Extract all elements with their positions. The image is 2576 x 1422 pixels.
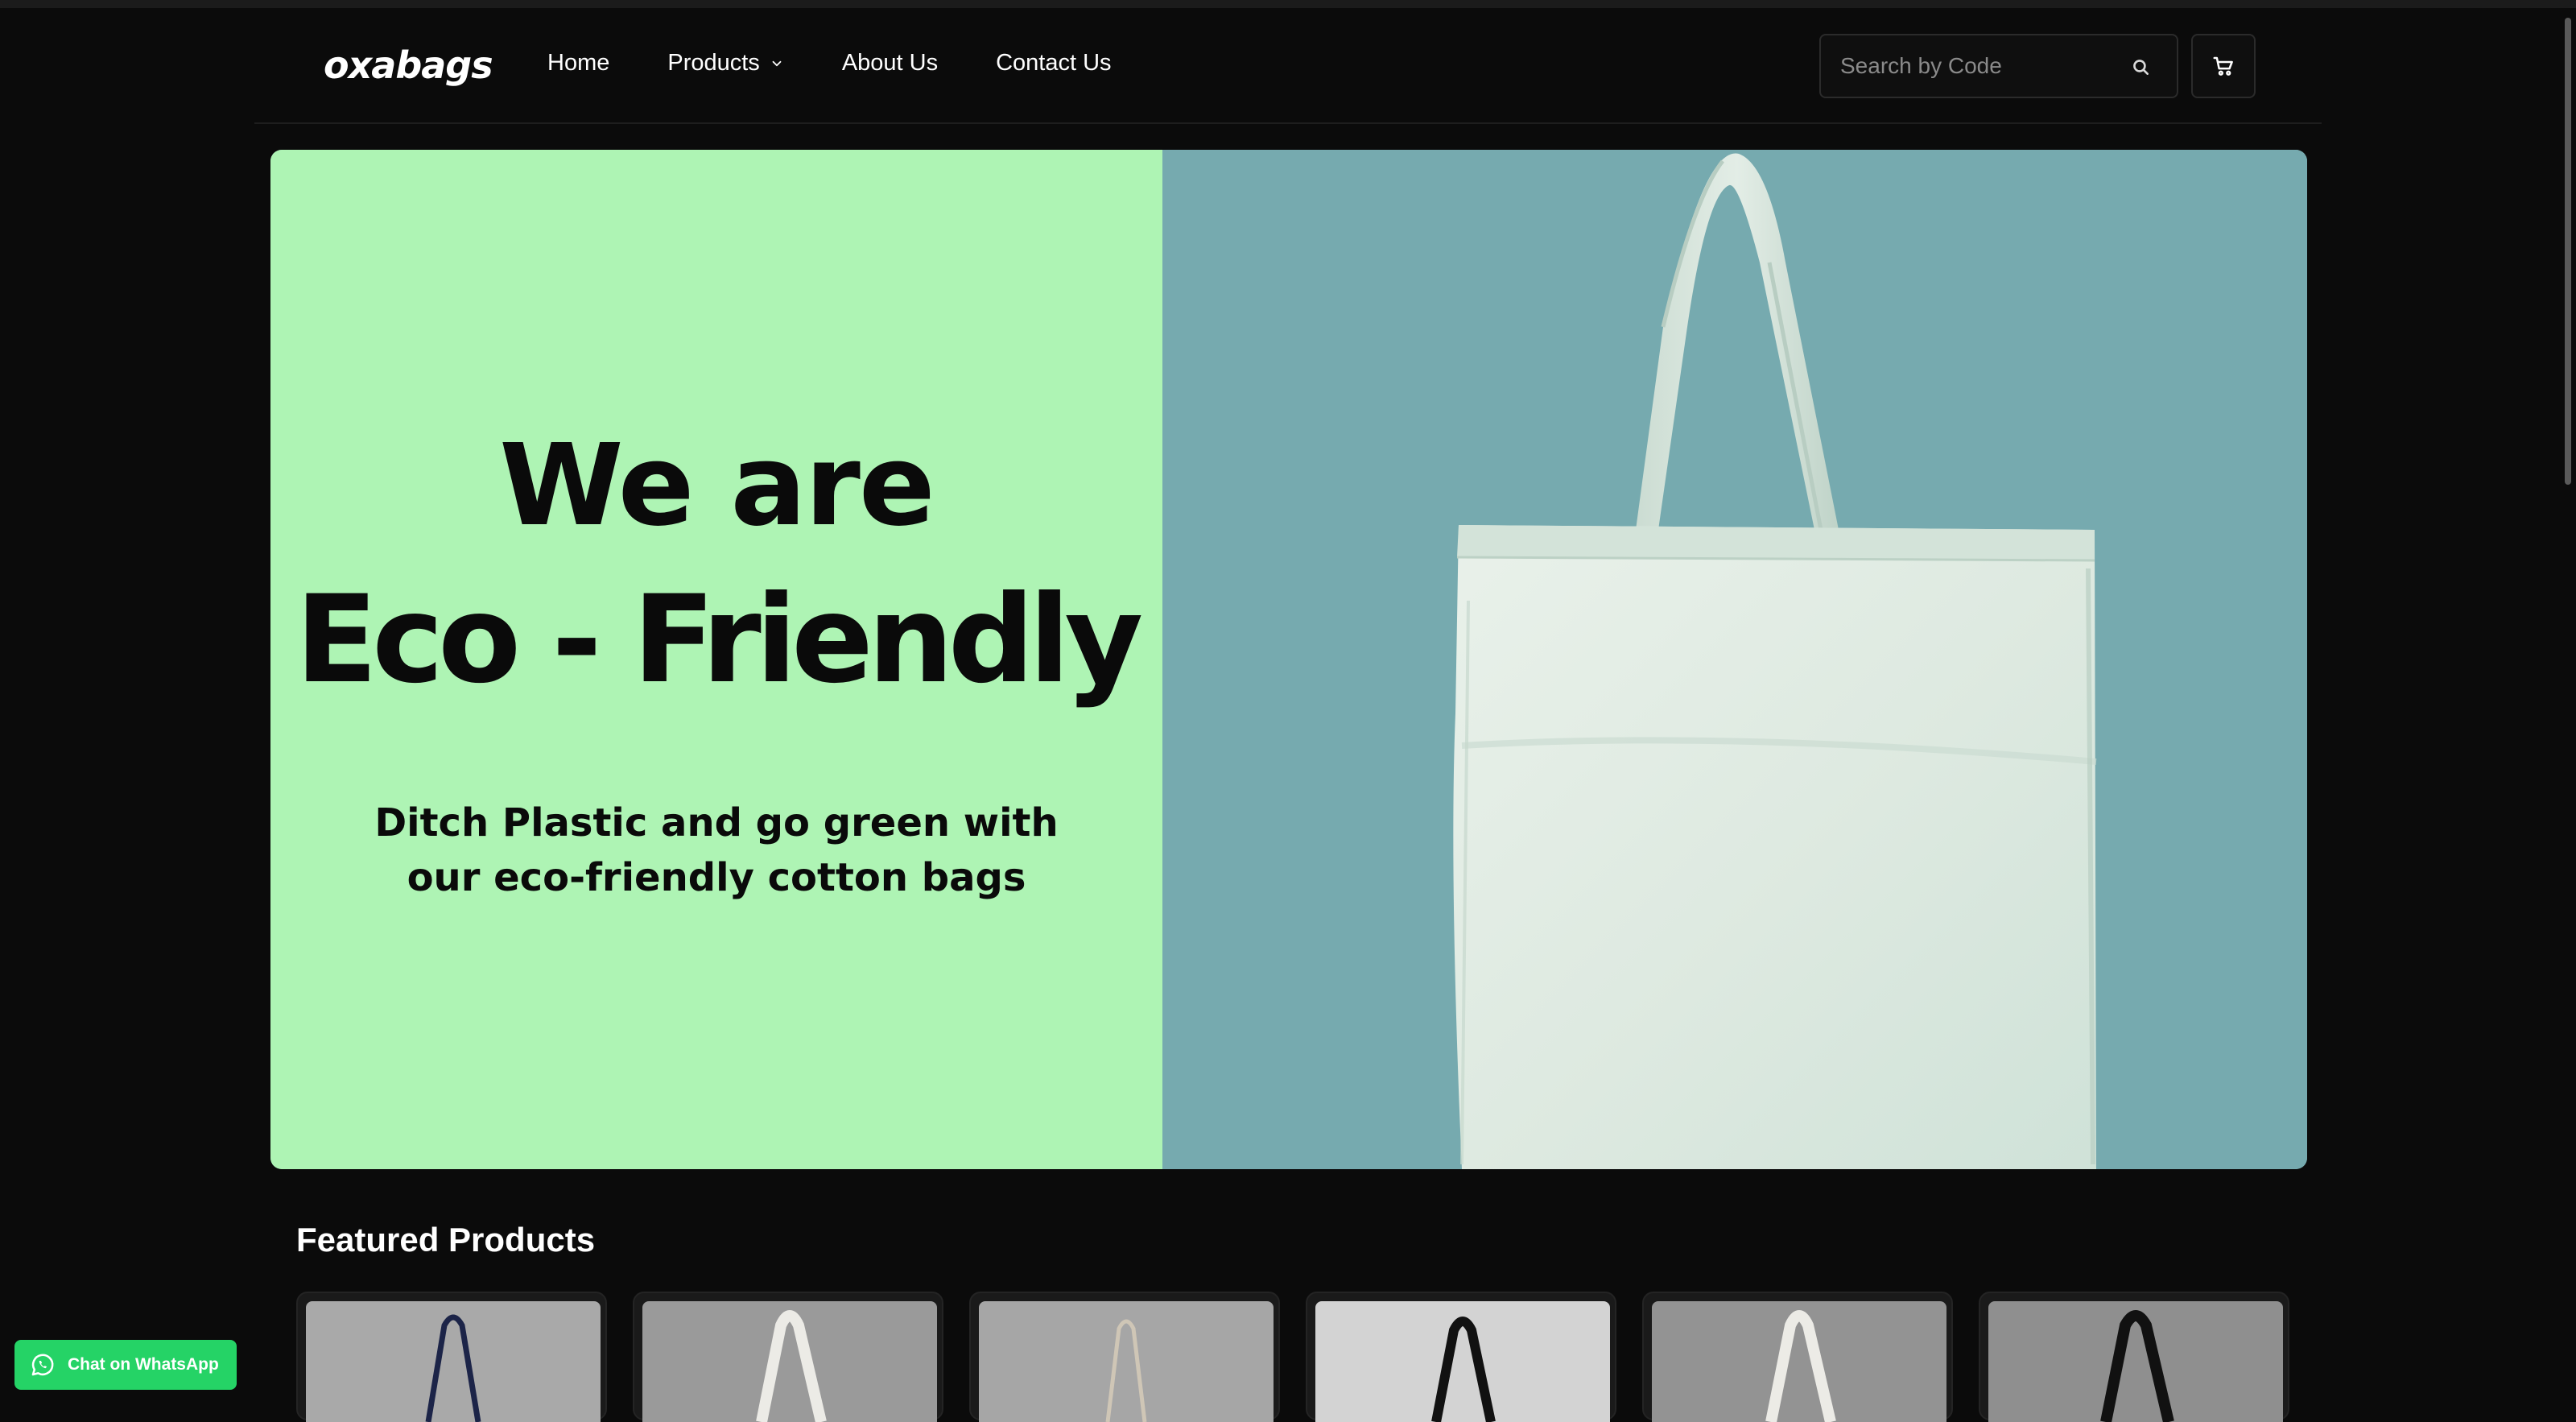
search-input[interactable] bbox=[1821, 53, 2111, 79]
whatsapp-icon bbox=[31, 1354, 54, 1376]
product-card[interactable] bbox=[1979, 1292, 2289, 1422]
hero-title-line-2: Eco - Friendly bbox=[295, 570, 1143, 710]
product-card[interactable] bbox=[1642, 1292, 1953, 1422]
product-card[interactable] bbox=[1306, 1292, 1616, 1422]
hero-title-line-1: We are bbox=[499, 420, 935, 552]
nav-about-link[interactable]: About Us bbox=[842, 50, 938, 76]
nav-contact-label: Contact Us bbox=[996, 50, 1112, 76]
nav-products-dropdown[interactable]: Products bbox=[667, 50, 783, 76]
product-card[interactable] bbox=[296, 1292, 607, 1422]
hero-text-panel: We are Eco - Friendly Ditch Plastic and … bbox=[270, 150, 1162, 1169]
page-scrollbar[interactable] bbox=[2565, 18, 2571, 485]
browser-top-strip bbox=[0, 0, 2576, 8]
cart-button[interactable] bbox=[2191, 34, 2256, 98]
site-header: oxabags Home Products About Us Contact U… bbox=[254, 8, 2322, 124]
main-nav: Home Products About Us Contact Us bbox=[547, 50, 1170, 76]
hero-banner: We are Eco - Friendly Ditch Plastic and … bbox=[270, 150, 2307, 1169]
featured-products-heading: Featured Products bbox=[296, 1221, 596, 1259]
product-card[interactable] bbox=[969, 1292, 1280, 1422]
nav-about-label: About Us bbox=[841, 50, 939, 76]
cart-icon bbox=[2213, 56, 2233, 76]
search-icon[interactable] bbox=[2130, 56, 2151, 77]
chevron-down-icon bbox=[772, 60, 782, 66]
brand-logo[interactable]: oxabags bbox=[324, 43, 493, 87]
product-card[interactable] bbox=[633, 1292, 943, 1422]
search-box bbox=[1819, 34, 2178, 98]
nav-home-link[interactable]: Home bbox=[547, 50, 609, 76]
whatsapp-label: Chat on WhatsApp bbox=[68, 1355, 219, 1374]
tote-bag-image bbox=[1162, 150, 2307, 1169]
whatsapp-chat-button[interactable]: Chat on WhatsApp bbox=[14, 1340, 237, 1390]
hero-subtitle: Ditch Plastic and go green with our eco-… bbox=[374, 800, 1059, 900]
nav-contact-link[interactable]: Contact Us bbox=[996, 50, 1111, 76]
nav-home-label: Home bbox=[547, 50, 610, 76]
nav-products-label: Products bbox=[667, 50, 760, 76]
